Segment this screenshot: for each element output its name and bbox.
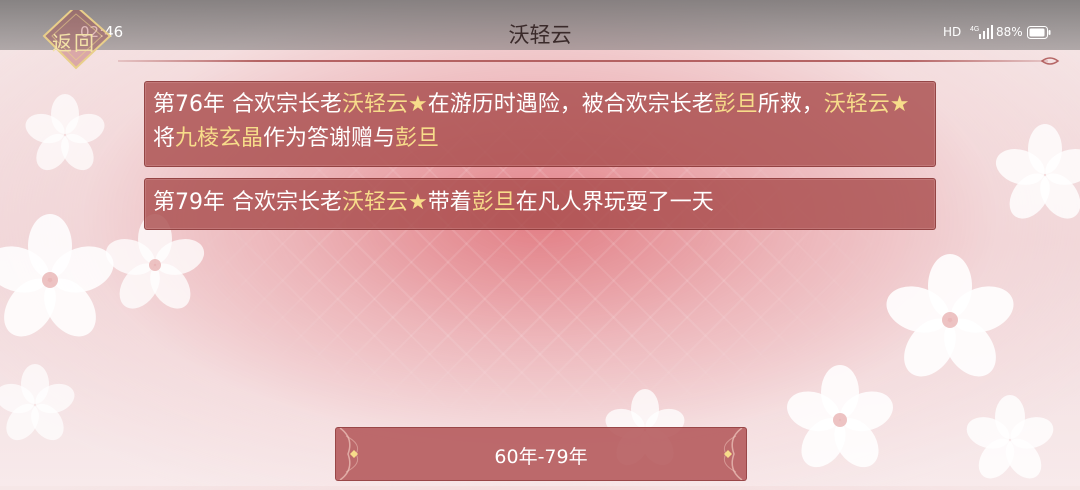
- event-year: 第76年: [153, 92, 225, 117]
- blossom-decoration: [995, 124, 1080, 219]
- blossom-decoration: [25, 94, 105, 171]
- year-range-label: 60年-79年: [494, 446, 588, 468]
- blossom-decoration: [886, 254, 1014, 377]
- highlighted-name: 彭旦: [713, 92, 758, 117]
- event-year: 第79年: [153, 190, 225, 215]
- event-text: 第76年 合欢宗长老沃轻云★在游历时遇险，被合欢宗长老彭旦所救，沃轻云★将九棱玄…: [153, 88, 925, 156]
- event-text-segment: 将: [153, 126, 176, 151]
- divider-ornament: [1040, 57, 1060, 65]
- event-text-segment: 所救，: [757, 92, 824, 117]
- page-title: 沃轻云: [508, 23, 572, 47]
- blossom-decoration: [0, 364, 75, 441]
- event-text: 第79年 合欢宗长老沃轻云★带着彭旦在凡人界玩耍了一天: [153, 186, 925, 220]
- blossom-decoration: [966, 395, 1054, 479]
- event-text-segment: 在游历时遇险，被合欢宗长老: [427, 92, 714, 117]
- event-card: 第79年 合欢宗长老沃轻云★带着彭旦在凡人界玩耍了一天: [144, 178, 936, 230]
- highlighted-name: 沃轻云★: [342, 92, 428, 117]
- blossom-decoration: [787, 365, 893, 468]
- highlighted-name: 九棱玄晶: [175, 126, 264, 151]
- event-text-segment: 作为答谢赠与: [263, 126, 396, 151]
- event-text-segment: 合欢宗长老: [232, 190, 343, 215]
- event-card: 第76年 合欢宗长老沃轻云★在游历时遇险，被合欢宗长老彭旦所救，沃轻云★将九棱玄…: [144, 81, 936, 167]
- highlighted-name: 彭旦: [395, 126, 440, 151]
- title-divider: [118, 60, 1048, 62]
- year-range-selector[interactable]: 60年-79年: [335, 427, 747, 481]
- event-text-segment: 合欢宗长老: [232, 92, 343, 117]
- highlighted-name: 彭旦: [471, 190, 516, 215]
- highlighted-name: 沃轻云★: [342, 190, 428, 215]
- right-ornament-icon: [723, 428, 743, 480]
- highlighted-name: 沃轻云★: [823, 92, 910, 117]
- event-text-segment: 在凡人界玩耍了一天: [515, 190, 714, 215]
- event-text-segment: 带着: [427, 190, 472, 215]
